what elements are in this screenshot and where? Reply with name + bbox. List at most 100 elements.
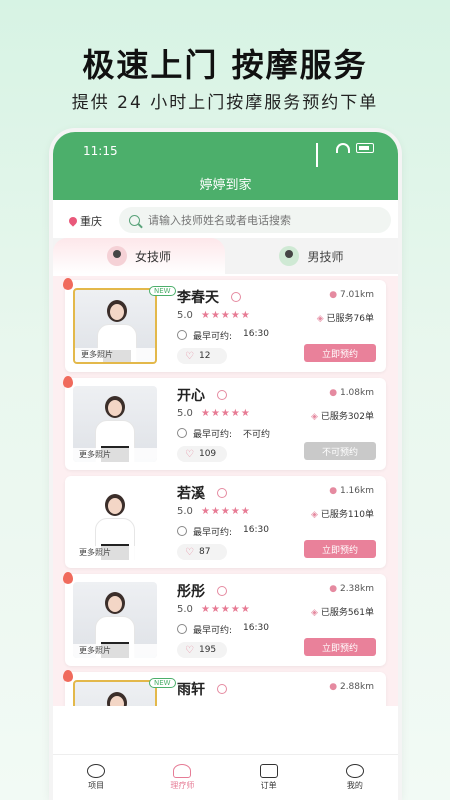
therapist-name: 开心 bbox=[177, 388, 205, 404]
served-count: ◈ 已服务302单 bbox=[311, 412, 374, 422]
heart-icon: ♡ bbox=[185, 644, 194, 656]
served-value: 已服务76单 bbox=[326, 314, 374, 324]
therapist-photo[interactable]: 更多照片 bbox=[73, 582, 157, 658]
nav-item-mine[interactable]: 我的 bbox=[312, 755, 398, 800]
fire-icon bbox=[63, 572, 73, 584]
tab-female[interactable]: 女技师 bbox=[53, 238, 225, 274]
user-icon bbox=[345, 764, 364, 778]
therapist-card[interactable]: 更多照片 NEW 李春天 5.0 ★★★★★ 最早可约: 16:30 ♡ 12 ●… bbox=[63, 278, 386, 372]
like-button[interactable]: ♡ 12 bbox=[177, 348, 227, 364]
location-pin-icon bbox=[67, 215, 79, 227]
gender-tabs: 女技师 男技师 bbox=[53, 238, 398, 274]
tag-icon bbox=[217, 586, 227, 596]
clock-icon bbox=[177, 428, 187, 438]
nav-item-orders[interactable]: 订单 bbox=[226, 755, 312, 800]
heart-icon: ♡ bbox=[185, 546, 194, 558]
clock-icon bbox=[177, 330, 187, 340]
tab-male-label: 男技师 bbox=[307, 249, 344, 264]
tag-icon bbox=[217, 488, 227, 498]
earliest-label: 最早可约: bbox=[193, 430, 233, 440]
served-count: ◈ 已服务110单 bbox=[311, 510, 374, 520]
served-value: 已服务110单 bbox=[320, 510, 374, 520]
distance-value: 2.88km bbox=[339, 682, 374, 692]
phone-frame: 11:15 婷婷到家 重庆 女技师 男技师 bbox=[53, 132, 398, 800]
therapist-photo[interactable]: 更多照片 bbox=[73, 484, 157, 560]
app-title: 婷婷到家 bbox=[199, 178, 252, 193]
battery-icon bbox=[356, 143, 374, 153]
nav-label: 理疗师 bbox=[170, 781, 195, 790]
therapist-card[interactable]: 更多照片 彤彤 5.0 ★★★★★ 最早可约: 16:30 ♡ 195 ● 2.3… bbox=[63, 572, 386, 666]
male-avatar-icon bbox=[279, 246, 300, 266]
therapist-card[interactable]: 更多照片 开心 5.0 ★★★★★ 最早可约: 不可约 ♡ 109 ● 1.08k… bbox=[63, 376, 386, 470]
tag-icon bbox=[217, 390, 227, 400]
wifi-icon bbox=[336, 143, 350, 153]
therapist-name: 李春天 bbox=[177, 290, 219, 306]
more-photos-link[interactable]: 更多照片 bbox=[73, 546, 157, 560]
served-count: ◈ 已服务76单 bbox=[316, 314, 374, 324]
therapist-icon bbox=[173, 764, 192, 778]
search-row: 重庆 bbox=[53, 206, 398, 236]
more-photos-link[interactable]: 更多照片 bbox=[73, 448, 157, 462]
more-photos-link[interactable]: 更多照片 bbox=[73, 644, 157, 658]
search-box[interactable] bbox=[119, 207, 391, 233]
rating-value: 5.0 bbox=[177, 604, 193, 615]
book-now-button[interactable]: 立即预约 bbox=[304, 540, 376, 558]
like-count: 195 bbox=[198, 645, 217, 655]
therapist-photo[interactable]: 更多照片 bbox=[73, 386, 157, 462]
like-count: 109 bbox=[198, 449, 217, 459]
nav-item-projects[interactable]: 项目 bbox=[53, 755, 139, 800]
like-button[interactable]: ♡ 109 bbox=[177, 446, 227, 462]
nav-label: 我的 bbox=[346, 781, 363, 790]
earliest-label: 最早可约: bbox=[193, 626, 233, 636]
rating-stars: ★★★★★ bbox=[201, 506, 251, 517]
served-value: 已服务302单 bbox=[320, 412, 374, 422]
distance: ● 1.16km bbox=[329, 486, 374, 496]
heart-icon: ♡ bbox=[185, 448, 194, 460]
therapist-photo[interactable]: 更多照片 bbox=[73, 288, 157, 364]
rating-value: 5.0 bbox=[177, 310, 193, 321]
like-button[interactable]: ♡ 195 bbox=[177, 642, 227, 658]
nav-label: 项目 bbox=[88, 781, 105, 790]
tag-icon bbox=[231, 292, 241, 302]
unavailable-button[interactable]: 不可预约 bbox=[304, 442, 376, 460]
distance: ● 1.08km bbox=[329, 388, 374, 398]
fire-icon bbox=[63, 278, 73, 290]
tab-male[interactable]: 男技师 bbox=[225, 238, 398, 274]
therapist-list[interactable]: 更多照片 NEW 李春天 5.0 ★★★★★ 最早可约: 16:30 ♡ 12 ●… bbox=[53, 276, 398, 706]
status-icons bbox=[316, 143, 374, 167]
app-header: 11:15 婷婷到家 bbox=[53, 132, 398, 200]
search-input[interactable] bbox=[148, 213, 378, 227]
therapist-photo[interactable] bbox=[73, 680, 157, 706]
clock-icon bbox=[177, 526, 187, 536]
city-selector[interactable]: 重庆 bbox=[67, 213, 102, 229]
tag-icon bbox=[217, 684, 227, 694]
order-icon bbox=[259, 764, 278, 778]
promo-title: 极速上门 按摩服务 bbox=[82, 46, 368, 84]
female-avatar-icon bbox=[106, 246, 127, 266]
signal-icon bbox=[316, 143, 330, 167]
distance-value: 1.16km bbox=[339, 486, 374, 496]
served-count: ◈ 已服务561单 bbox=[311, 608, 374, 618]
more-photos-link[interactable]: 更多照片 bbox=[75, 348, 155, 362]
earliest-time: 16:30 bbox=[243, 525, 269, 535]
new-badge: NEW bbox=[149, 286, 176, 296]
therapist-card[interactable]: NEW 雨轩 ● 2.88km bbox=[63, 670, 386, 706]
therapist-card[interactable]: 更多照片 若溪 5.0 ★★★★★ 最早可约: 16:30 ♡ 87 ● 1.16… bbox=[65, 476, 386, 568]
earliest-time: 16:30 bbox=[243, 329, 269, 339]
clock-icon bbox=[177, 624, 187, 634]
fire-icon bbox=[63, 376, 73, 388]
earliest-time: 不可约 bbox=[243, 430, 271, 440]
promo-subtitle: 提供 24 小时上门按摩服务预约下单 bbox=[71, 93, 379, 113]
like-button[interactable]: ♡ 87 bbox=[177, 544, 227, 560]
nav-item-therapists[interactable]: 理疗师 bbox=[139, 755, 225, 800]
heart-icon: ♡ bbox=[185, 350, 194, 362]
distance-value: 1.08km bbox=[339, 388, 374, 398]
served-value: 已服务561单 bbox=[320, 608, 374, 618]
like-count: 87 bbox=[198, 547, 211, 557]
like-count: 12 bbox=[198, 351, 211, 361]
fire-icon bbox=[63, 670, 73, 682]
book-now-button[interactable]: 立即预约 bbox=[304, 638, 376, 656]
nav-label: 订单 bbox=[260, 781, 277, 790]
book-now-button[interactable]: 立即预约 bbox=[304, 344, 376, 362]
distance-value: 7.01km bbox=[339, 290, 374, 300]
